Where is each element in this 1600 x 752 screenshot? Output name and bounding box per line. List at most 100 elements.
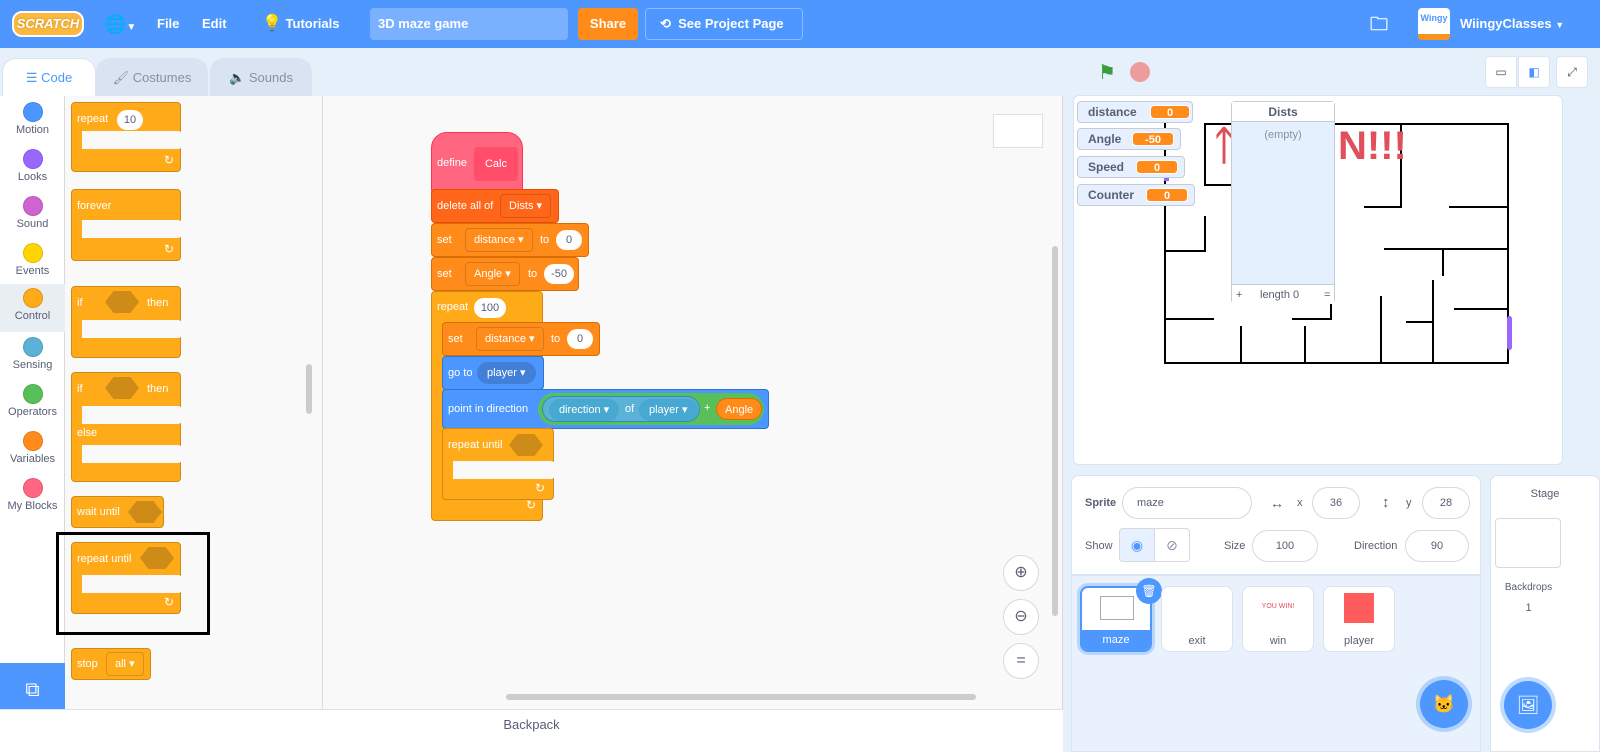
share-button[interactable]: Share: [578, 8, 638, 40]
sprite-dropdown[interactable]: player ▾: [639, 399, 698, 421]
variable-dropdown[interactable]: distance ▾: [476, 327, 544, 351]
backpack[interactable]: Backpack: [0, 709, 1063, 752]
point-in-direction-block[interactable]: point in direction direction ▾ of player…: [442, 389, 769, 429]
see-project-page-button[interactable]: ⟲ See Project Page: [645, 8, 803, 40]
project-title-input[interactable]: 3D maze game: [370, 8, 568, 40]
zoom-out-button[interactable]: ⊖: [1003, 599, 1039, 635]
sprite-tile-maze[interactable]: maze 🗑: [1080, 578, 1162, 652]
repeat-count-input[interactable]: 10: [117, 110, 143, 130]
folder-icon[interactable]: 🗀: [1370, 0, 1388, 48]
palette-scrollbar[interactable]: [306, 364, 312, 414]
zoom-in-button[interactable]: ⊕: [1003, 555, 1039, 591]
choose-sprite-button[interactable]: 🐱: [1420, 680, 1468, 728]
list-dropdown[interactable]: Dists ▾: [500, 194, 552, 218]
if-else-block[interactable]: if then else: [71, 372, 182, 482]
tab-code[interactable]: ☰ Code: [2, 58, 96, 96]
go-to-block[interactable]: go to player ▾: [442, 356, 544, 390]
show-sprite-button[interactable]: ◉: [1119, 528, 1155, 562]
delete-all-block[interactable]: delete all of Dists ▾: [431, 189, 559, 223]
tab-sounds[interactable]: 🔈 Sounds: [210, 58, 312, 96]
size-input[interactable]: 100: [1252, 530, 1318, 562]
horizontal-scrollbar[interactable]: [506, 694, 976, 700]
category-operators[interactable]: Operators: [0, 380, 65, 428]
attribute-dropdown[interactable]: direction ▾: [549, 399, 620, 421]
file-menu[interactable]: File: [157, 0, 179, 48]
vertical-scrollbar[interactable]: [1052, 246, 1058, 616]
value-input[interactable]: 0: [556, 230, 582, 250]
stage-panel[interactable]: Stage Backdrops 1 🖼: [1490, 475, 1600, 752]
sound-dot-icon: [22, 196, 43, 216]
small-stage-button[interactable]: ▭: [1485, 56, 1517, 88]
category-sensing[interactable]: Sensing: [0, 333, 65, 381]
custom-block-name[interactable]: Calc: [474, 147, 518, 181]
sprite-name-input[interactable]: maze: [1122, 487, 1252, 519]
value-input[interactable]: 0: [567, 329, 593, 349]
language-menu[interactable]: 🌐▼: [104, 0, 136, 48]
account-menu[interactable]: WiingyClasses ▼: [1460, 0, 1564, 48]
block-label: delete all of: [437, 200, 494, 212]
condition-slot[interactable]: [105, 291, 139, 313]
variable-dropdown[interactable]: Angle ▾: [465, 262, 520, 286]
condition-slot[interactable]: [105, 377, 139, 399]
stage-canvas[interactable]: ᛏ N!!! distance 0 Angle -50 Speed 0 Counter…: [1073, 95, 1563, 465]
category-looks[interactable]: Looks: [0, 145, 65, 193]
tab-costumes[interactable]: 🖌 Costumes: [96, 58, 208, 96]
category-motion[interactable]: Motion: [0, 98, 65, 146]
fullscreen-button[interactable]: ⤢: [1556, 56, 1588, 88]
variable-monitor-angle[interactable]: Angle -50: [1077, 128, 1181, 150]
category-control[interactable]: Control: [0, 284, 65, 332]
set-variable-block[interactable]: set Angle ▾ to -50: [431, 257, 579, 291]
vertical-arrows-icon: ↕: [1382, 494, 1390, 511]
if-then-block[interactable]: if then: [71, 286, 182, 358]
category-sound[interactable]: Sound: [0, 192, 65, 240]
sensing-of-reporter[interactable]: direction ▾ of player ▾: [542, 396, 700, 422]
condition-slot[interactable]: [509, 434, 543, 456]
set-variable-block[interactable]: set distance ▾ to 0: [431, 223, 589, 257]
repeat-block[interactable]: repeat 10 ↻: [71, 102, 182, 172]
tutorials-button[interactable]: 💡 Tutorials: [262, 0, 339, 48]
variable-monitor-distance[interactable]: distance 0: [1077, 101, 1193, 123]
win-text: N!!!: [1338, 124, 1407, 168]
sprite-tile-player[interactable]: player: [1323, 586, 1395, 652]
delete-sprite-button[interactable]: 🗑: [1136, 578, 1162, 604]
list-resize-handle[interactable]: =: [1324, 285, 1330, 305]
x-input[interactable]: 36: [1312, 487, 1360, 519]
set-variable-block[interactable]: set distance ▾ to 0: [442, 322, 600, 356]
block-label: repeat: [437, 301, 469, 313]
hide-sprite-button[interactable]: ⊘: [1154, 528, 1190, 562]
angle-variable-reporter[interactable]: Angle: [716, 398, 763, 420]
variable-monitor-counter[interactable]: Counter 0: [1077, 184, 1195, 206]
category-my-blocks[interactable]: My Blocks: [0, 474, 65, 522]
stop-option-dropdown[interactable]: all ▾: [106, 652, 144, 676]
large-stage-button[interactable]: ◧: [1518, 56, 1550, 88]
variable-monitor-speed[interactable]: Speed 0: [1077, 156, 1185, 178]
variable-dropdown[interactable]: distance ▾: [465, 228, 533, 252]
repeat-until-block[interactable]: repeat until ↻: [442, 428, 555, 500]
target-dropdown[interactable]: player ▾: [477, 362, 536, 384]
sprite-tile-exit[interactable]: exit: [1161, 586, 1233, 652]
stop-block[interactable]: stop all ▾: [71, 648, 151, 680]
category-variables[interactable]: Variables: [0, 427, 65, 475]
stage-thumbnail[interactable]: [1495, 518, 1561, 568]
minimap[interactable]: [993, 114, 1043, 148]
direction-input[interactable]: 90: [1405, 530, 1469, 562]
scratch-logo[interactable]: SCRATCH: [12, 11, 84, 37]
green-flag-button[interactable]: ⚑: [1098, 60, 1116, 85]
edit-menu[interactable]: Edit: [202, 0, 227, 48]
condition-slot[interactable]: [128, 501, 162, 523]
avatar[interactable]: Wingy: [1418, 8, 1450, 40]
category-events[interactable]: Events: [0, 239, 65, 287]
value-input[interactable]: -50: [544, 264, 574, 284]
wait-until-block[interactable]: wait until: [71, 496, 164, 528]
list-add-button[interactable]: +: [1236, 285, 1242, 305]
choose-backdrop-button[interactable]: 🖼: [1504, 681, 1552, 729]
stop-button[interactable]: [1130, 62, 1150, 82]
y-input[interactable]: 28: [1422, 487, 1470, 519]
define-block[interactable]: define Calc: [431, 132, 523, 194]
forever-block[interactable]: forever ↻: [71, 189, 182, 261]
add-operator[interactable]: direction ▾ of player ▾ + Angle: [538, 393, 764, 425]
zoom-reset-button[interactable]: =: [1003, 643, 1039, 679]
list-monitor-dists[interactable]: Dists (empty) + length 0 =: [1231, 101, 1335, 304]
sprite-tile-win[interactable]: YOU WIN! win: [1242, 586, 1314, 652]
repeat-count-input[interactable]: 100: [474, 298, 506, 318]
